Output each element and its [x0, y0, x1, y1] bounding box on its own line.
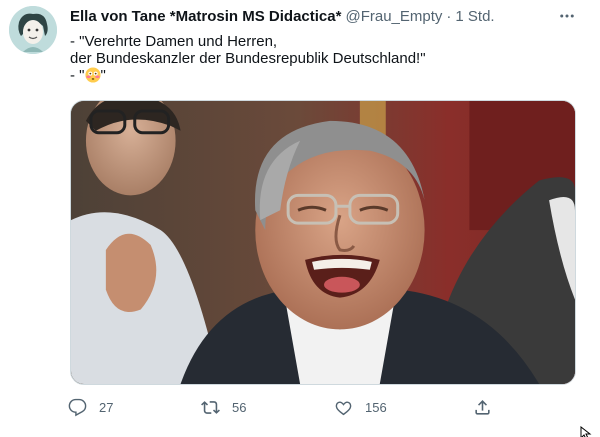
avatar[interactable]	[9, 6, 57, 54]
tweet-actions: 27 56 156	[68, 396, 508, 418]
quote-suffix: "	[100, 67, 106, 84]
flushed-face-emoji-icon	[84, 67, 101, 83]
tweet-text: - "Verehrte Damen und Herren, der Bundes…	[70, 33, 580, 84]
tweet-header: Ella von Tane *Matrosin MS Didactica* @F…	[70, 8, 495, 26]
tweet-text-line-3: - " "	[70, 67, 580, 84]
tweet-text-line: - "Verehrte Damen und Herren,	[70, 33, 278, 50]
like-count: 156	[365, 399, 387, 415]
like-button[interactable]: 156	[334, 396, 387, 418]
avatar-illustration	[9, 6, 57, 54]
reply-icon	[68, 398, 87, 416]
author-handle[interactable]: @Frau_Empty	[345, 8, 442, 25]
reply-count: 27	[99, 399, 114, 415]
retweet-button[interactable]: 56	[201, 396, 246, 418]
share-icon	[475, 399, 490, 415]
heart-icon	[335, 400, 352, 415]
quote-prefix: - "	[70, 67, 85, 84]
retweet-count: 56	[232, 399, 247, 415]
photo-image	[71, 101, 575, 384]
tweet-text-line: der Bundeskanzler der Bundesrepublik Deu…	[70, 50, 426, 67]
tweet-card[interactable]: Ella von Tane *Matrosin MS Didactica* @F…	[0, 0, 600, 437]
share-button[interactable]	[473, 396, 492, 418]
author-name[interactable]: Ella von Tane *Matrosin MS Didactica*	[70, 8, 341, 25]
tweet-timestamp[interactable]: 1 Std.	[455, 8, 494, 25]
retweet-icon	[201, 400, 220, 414]
reply-button[interactable]: 27	[68, 396, 113, 418]
tweet-photo[interactable]	[70, 100, 576, 385]
separator-dot: ·	[446, 8, 452, 25]
mouse-cursor-icon	[580, 426, 592, 437]
more-options-icon[interactable]	[556, 6, 578, 26]
